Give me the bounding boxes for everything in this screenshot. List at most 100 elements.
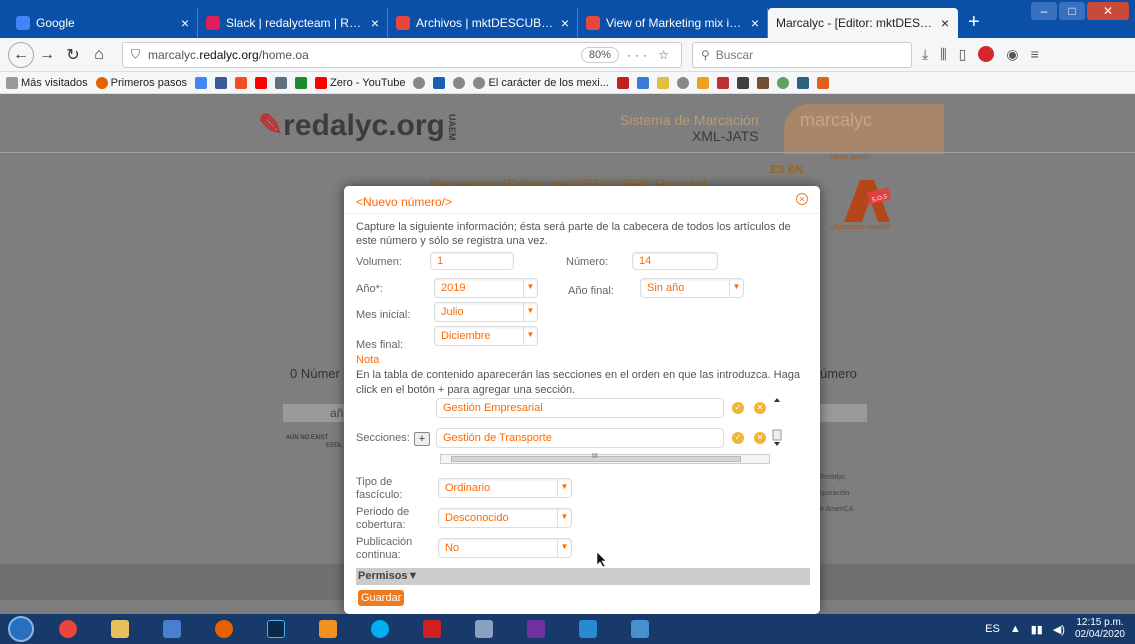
close-icon[interactable]: × (561, 15, 569, 31)
bookmark-icon[interactable] (275, 76, 288, 89)
tab-archivos[interactable]: Archivos | mktDESCUBRE × (388, 8, 578, 38)
system-title: Sistema de Marcación XML-JATS (620, 112, 759, 144)
tab-slack[interactable]: Slack | redalycteam | Redalyc × (198, 8, 388, 38)
bookmark-icon[interactable] (656, 76, 669, 89)
taskbar-app2[interactable] (616, 616, 664, 642)
network-icon[interactable]: ▮▮ (1031, 623, 1043, 636)
close-icon[interactable]: × (941, 15, 949, 31)
section-input[interactable]: Gestión de Transporte (436, 428, 724, 448)
account-icon[interactable]: ◉ (1006, 46, 1018, 63)
volumen-input[interactable]: 1 (430, 252, 514, 270)
bookmark-icon[interactable] (736, 76, 749, 89)
sidebar-icon[interactable]: ▯ (959, 46, 967, 63)
taskbar-firefox[interactable] (200, 616, 248, 642)
close-icon[interactable]: × (181, 15, 189, 31)
bookmark-zero-youtube[interactable]: Zero - YouTube (315, 76, 405, 89)
taskbar-sublime[interactable] (304, 616, 352, 642)
taskbar-media[interactable] (148, 616, 196, 642)
taskbar-app[interactable] (564, 616, 612, 642)
forward-icon[interactable]: → (34, 42, 60, 68)
taskbar-chrome[interactable] (44, 616, 92, 642)
taskbar-acrobat[interactable] (408, 616, 456, 642)
input-language[interactable]: ES (985, 623, 1000, 635)
ano-select[interactable]: 2019 ▼ (434, 278, 538, 298)
tipo-select[interactable]: Ordinario ▼ (438, 478, 572, 498)
numero-input[interactable]: 14 (632, 252, 718, 270)
new-issue-link[interactable]: úmero (820, 366, 857, 381)
delete-icon[interactable]: ✕ (754, 432, 766, 444)
flag-icon[interactable] (433, 76, 446, 89)
bookmark-icon[interactable] (616, 76, 629, 89)
bookmark-primeros-pasos[interactable]: Primeros pasos (95, 76, 187, 89)
close-icon[interactable]: × (751, 15, 759, 31)
permisos-toggle[interactable]: Permisos▼ (356, 568, 810, 585)
help-link[interactable]: ¿Necesitas ayuda? (830, 224, 890, 231)
check-icon[interactable]: ✓ (732, 432, 744, 444)
ano-final-select[interactable]: Sin año ▼ (640, 278, 744, 298)
language-switch[interactable]: ES EN (770, 164, 803, 176)
globe-icon[interactable] (676, 76, 689, 89)
check-icon[interactable]: ✓ (732, 402, 744, 414)
window-close-icon[interactable]: ✕ (1087, 2, 1129, 20)
bookmark-icon[interactable] (716, 76, 729, 89)
bookmark-icon[interactable] (796, 76, 809, 89)
periodo-select[interactable]: Desconocido ▼ (438, 508, 572, 528)
bookmark-icon[interactable] (696, 76, 709, 89)
zoom-level[interactable]: 80% (580, 46, 619, 63)
bookmark-icon[interactable] (636, 76, 649, 89)
bookmark-mas-visitados[interactable]: Más visitados (6, 76, 88, 89)
chevron-up-icon[interactable]: ▲ (1010, 623, 1021, 635)
youtube-icon[interactable] (255, 76, 268, 89)
taskbar-photoshop[interactable] (252, 616, 300, 642)
menu-icon[interactable]: ≡ (1031, 46, 1039, 63)
logout-link[interactable]: cerrar sesión (830, 154, 870, 161)
bookmark-icon[interactable] (295, 76, 308, 89)
mes-final-select[interactable]: Diciembre ▼ (434, 326, 538, 346)
back-icon[interactable]: ← (8, 41, 34, 68)
clock[interactable]: 12:15 p.m. 02/04/2020 (1075, 617, 1125, 641)
microsoft-icon[interactable] (235, 76, 248, 89)
taskbar-explorer[interactable] (96, 616, 144, 642)
globe-icon[interactable] (453, 76, 466, 89)
google-icon[interactable] (195, 76, 208, 89)
bookmark-caracter-mexicano[interactable]: El carácter de los mexi... (473, 76, 609, 89)
bookmark-icon[interactable] (816, 76, 829, 89)
delete-icon[interactable]: ✕ (754, 402, 766, 414)
reload-icon[interactable]: ↻ (60, 42, 86, 68)
maximize-icon[interactable]: □ (1059, 2, 1085, 20)
library-icon[interactable]: ⫼ (940, 46, 946, 63)
taskbar-onenote[interactable] (512, 616, 560, 642)
save-button[interactable]: Guardar (358, 590, 405, 606)
url-bar[interactable]: ⛉ marcalyc. redalyc.org/home.oa 80% ··· ☆ (122, 41, 682, 68)
download-icon[interactable]: ⤓ (922, 46, 928, 63)
new-tab-icon[interactable]: + (958, 11, 990, 38)
taskbar-tool[interactable] (460, 616, 508, 642)
tab-marcalyc[interactable]: Marcalyc - [Editor: mktDESCUBRE R × (768, 8, 958, 38)
home-icon[interactable]: ⌂ (86, 42, 112, 68)
windows-start-icon[interactable] (8, 616, 34, 642)
minimize-icon[interactable]: – (1031, 2, 1057, 20)
search-icon: ⚲ (701, 47, 710, 62)
bookmark-icon[interactable] (776, 76, 789, 89)
globe-icon[interactable] (413, 76, 426, 89)
adblock-icon[interactable] (978, 46, 995, 62)
chevron-down-icon: ▼ (523, 303, 537, 321)
section-input[interactable]: Gestión Empresarial (436, 398, 724, 418)
publicacion-select[interactable]: No ▼ (438, 538, 572, 558)
search-input[interactable]: ⚲ Buscar (692, 41, 912, 68)
bookmark-icon[interactable] (756, 76, 769, 89)
tab-google[interactable]: Google × (8, 8, 198, 38)
sos-help-icon[interactable]: S.O.S (840, 178, 894, 224)
tab-view-marketing[interactable]: View of Marketing mix in the g × (578, 8, 768, 38)
close-icon[interactable]: × (371, 15, 379, 31)
page-actions-icon[interactable]: ··· ☆ (627, 48, 673, 62)
mes-inicial-select[interactable]: Julio ▼ (434, 302, 538, 322)
add-section-button[interactable]: + (414, 432, 430, 446)
sections-vertical-scrollbar[interactable] (772, 396, 782, 446)
facebook-icon[interactable] (215, 76, 228, 89)
close-icon[interactable]: × (796, 193, 808, 205)
taskbar-skype[interactable] (356, 616, 404, 642)
sections-horizontal-scrollbar[interactable]: III (440, 453, 770, 464)
scroll-thumb[interactable]: III (451, 453, 741, 462)
volume-icon[interactable]: ◀) (1053, 623, 1065, 636)
